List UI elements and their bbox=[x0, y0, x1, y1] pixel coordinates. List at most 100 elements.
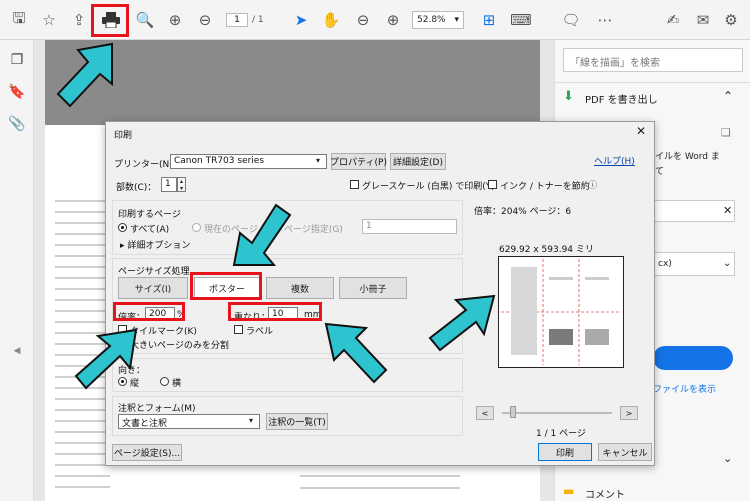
highlight-scale bbox=[113, 302, 185, 321]
preview-scale-info: 倍率：204% ページ：6 bbox=[474, 207, 572, 217]
highlight-print-icon bbox=[91, 4, 129, 37]
upload-icon[interactable]: ⇪ bbox=[66, 7, 92, 33]
tool-search-input[interactable]: 「線を描画」を検索 bbox=[563, 48, 743, 72]
grayscale-checkbox[interactable] bbox=[350, 180, 359, 189]
copies-input[interactable]: 1 bbox=[161, 177, 177, 192]
more-options-toggle[interactable]: ▸ 詳細オプション bbox=[120, 238, 190, 251]
zoom-value: 52.8% bbox=[417, 15, 446, 25]
chevron-down-icon[interactable]: ⌄ bbox=[723, 452, 732, 465]
large-pages-only-label: 大きいページのみを分割 bbox=[130, 341, 229, 351]
close-icon[interactable]: ✕ bbox=[636, 124, 646, 138]
save-ink-label: インク / トナーを節約 bbox=[500, 182, 590, 192]
preview-slider[interactable] bbox=[502, 412, 612, 414]
copy-icon: ❏ bbox=[721, 126, 731, 139]
fit-page-icon[interactable]: ⊞ bbox=[476, 7, 502, 33]
hand-tool-icon[interactable]: ✋ bbox=[318, 7, 344, 33]
info-icon[interactable]: ⓘ bbox=[588, 178, 597, 191]
prev-page-icon[interactable]: ⊕ bbox=[162, 7, 188, 33]
zoom-out-search-icon[interactable]: 🔍 bbox=[132, 7, 158, 33]
mail-icon[interactable]: ✉ bbox=[690, 7, 716, 33]
preview-size: 629.92 x 593.94 ミリ bbox=[499, 245, 594, 255]
pages-heading: 印刷するページ bbox=[118, 210, 181, 220]
advanced-button[interactable]: 詳細設定(D) bbox=[390, 153, 446, 170]
zoom-dropdown[interactable]: 52.8% ▾ bbox=[412, 11, 464, 29]
save-icon[interactable]: 🖫 bbox=[6, 7, 32, 33]
chevron-down-icon: ▾ bbox=[454, 15, 459, 25]
copies-spinner[interactable]: ▴ ▾ bbox=[177, 177, 186, 192]
orientation-group bbox=[112, 358, 463, 392]
save-ink-checkbox[interactable] bbox=[488, 180, 497, 189]
grayscale-label: グレースケール (白黒) で印刷(Y) bbox=[362, 182, 495, 192]
printer-select[interactable]: Canon TR703 series bbox=[170, 154, 327, 169]
labels-checkbox[interactable] bbox=[234, 325, 243, 334]
clear-icon[interactable]: ✕ bbox=[723, 204, 732, 217]
comments-value: 文書と注釈 bbox=[122, 419, 168, 429]
labels-label: ラベル bbox=[246, 327, 274, 337]
next-page-icon[interactable]: ⊖ bbox=[192, 7, 218, 33]
export-button[interactable] bbox=[653, 346, 733, 370]
print-preview bbox=[498, 256, 624, 368]
collapse-left-icon[interactable]: ◀ bbox=[8, 346, 26, 364]
arrow-to-poster-tab bbox=[232, 203, 292, 266]
comments-heading: 注釈とフォーム(M) bbox=[118, 404, 196, 414]
preview-page-image bbox=[501, 259, 621, 365]
all-pages-radio[interactable] bbox=[118, 223, 127, 232]
comments-select[interactable]: 文書と注釈 bbox=[118, 414, 260, 429]
landscape-label: 横 bbox=[172, 379, 182, 389]
tab-multiple[interactable]: 複数 bbox=[266, 277, 334, 299]
bookmark-star-icon[interactable]: ☆ bbox=[36, 7, 62, 33]
export-description-partial: イルを Word ま bbox=[655, 152, 720, 162]
chevron-up-icon[interactable]: ⌃ bbox=[723, 89, 733, 103]
tab-booklet[interactable]: 小冊子 bbox=[339, 277, 407, 299]
keyboard-icon[interactable]: ⌨ bbox=[508, 7, 534, 33]
page-specify-input[interactable]: 1 bbox=[362, 219, 457, 234]
zoom-out-icon[interactable]: ⊖ bbox=[350, 7, 376, 33]
arrow-to-scale bbox=[74, 328, 138, 390]
page-number-input[interactable]: 1 bbox=[226, 13, 248, 27]
export-description-partial-2: て bbox=[655, 167, 665, 177]
landscape-radio[interactable] bbox=[160, 377, 169, 386]
current-page-radio[interactable] bbox=[192, 223, 201, 232]
chevron-down-icon: ⌄ bbox=[723, 258, 732, 269]
highlight-overlap bbox=[228, 302, 322, 321]
comment-tool-label[interactable]: コメント bbox=[585, 486, 625, 501]
sizing-heading: ページサイズ処理 bbox=[118, 267, 190, 277]
help-link[interactable]: ヘルプ(H) bbox=[594, 154, 635, 167]
dialog-title: 印刷 bbox=[114, 131, 133, 141]
comment-tool-icon: ▬ bbox=[563, 484, 575, 498]
bookmark-icon[interactable]: 🔖 bbox=[8, 84, 26, 102]
page-setup-button[interactable]: ページ設定(S)... bbox=[112, 444, 182, 461]
attachment-icon[interactable]: 📎 bbox=[8, 116, 26, 134]
account-icon[interactable]: ⚙ bbox=[718, 7, 744, 33]
comment-icon[interactable]: 🗨 bbox=[558, 7, 584, 33]
printer-name: Canon TR703 series bbox=[174, 156, 265, 166]
preview-prev-button[interactable]: < bbox=[476, 406, 494, 420]
chevron-down-icon: ▾ bbox=[249, 416, 254, 425]
zoom-in-icon[interactable]: ⊕ bbox=[380, 7, 406, 33]
left-rail: ❐ 🔖 📎 ◀ bbox=[0, 40, 34, 501]
arrow-to-print-icon bbox=[56, 42, 113, 108]
page-indicator: 1 / 1 ページ bbox=[536, 429, 586, 439]
more-icon[interactable]: ⋯ bbox=[592, 7, 618, 33]
select-cursor-icon[interactable]: ➤ bbox=[288, 7, 314, 33]
preview-slider-thumb[interactable] bbox=[510, 406, 516, 418]
comments-summary-button[interactable]: 注釈の一覧(T) bbox=[266, 413, 328, 430]
preview-next-button[interactable]: > bbox=[620, 406, 638, 420]
print-button[interactable]: 印刷 bbox=[538, 443, 592, 461]
export-pdf-title[interactable]: PDF を書き出し bbox=[585, 91, 658, 106]
properties-button[interactable]: プロパティ(P) bbox=[330, 153, 387, 170]
print-dialog: 印刷 ✕ プリンター(N)： Canon TR703 series ▾ プロパテ… bbox=[105, 121, 655, 466]
all-pages-label: すべて(A) bbox=[130, 225, 170, 235]
format-dropdown-value: cx) bbox=[658, 259, 672, 269]
arrow-to-preview bbox=[428, 294, 496, 352]
export-pdf-icon: ⬇ bbox=[563, 89, 574, 104]
arrow-to-overlap bbox=[324, 322, 388, 384]
page-total: / 1 bbox=[252, 15, 264, 25]
chevron-down-icon: ▾ bbox=[316, 156, 321, 165]
pages-thumbnail-icon[interactable]: ❐ bbox=[8, 52, 26, 70]
tab-size[interactable]: サイズ(I) bbox=[118, 277, 188, 299]
copies-label: 部数(C)： bbox=[116, 183, 157, 193]
cancel-button[interactable]: キャンセル bbox=[598, 443, 652, 461]
sign-icon[interactable]: ✍ bbox=[660, 7, 686, 33]
show-file-link[interactable]: ファイルを表示 bbox=[653, 382, 716, 395]
